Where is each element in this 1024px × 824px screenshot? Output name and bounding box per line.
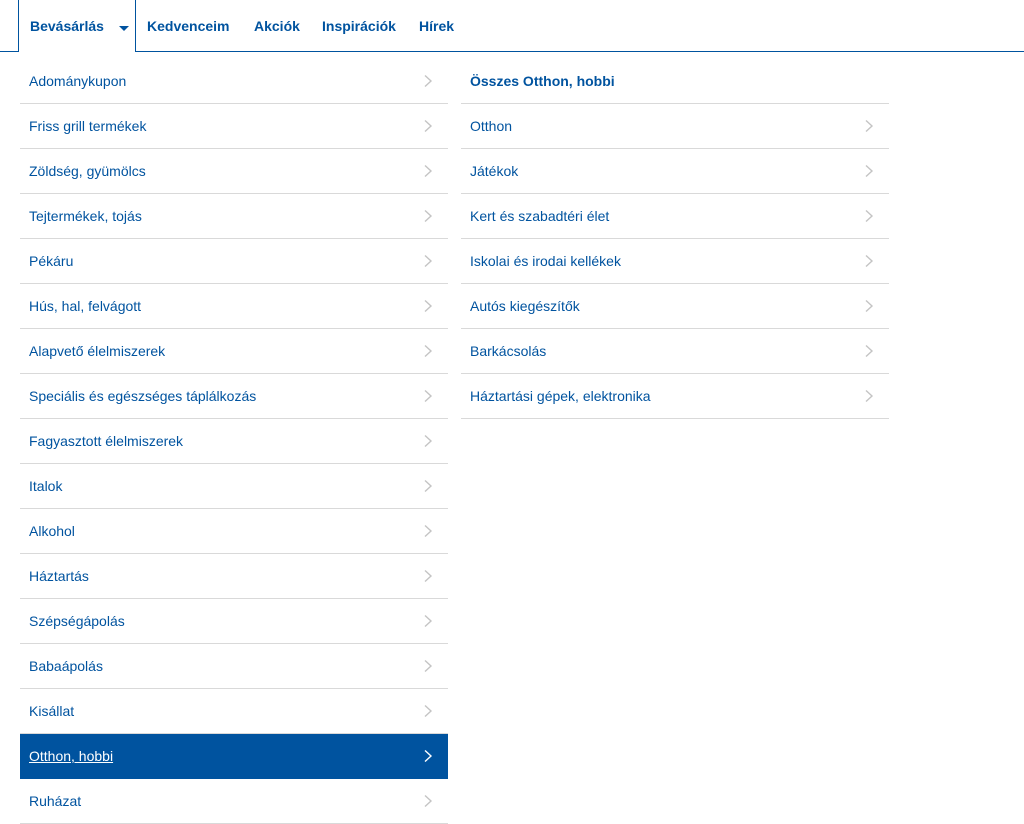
category-item-label: Alapvető élelmiszerek	[29, 343, 166, 359]
chevron-right-icon	[863, 255, 875, 267]
category-item-label: Speciális és egészséges táplálkozás	[29, 388, 257, 404]
chevron-right-icon	[863, 165, 875, 177]
category-item[interactable]: Pékáru	[20, 239, 448, 284]
category-item-label: Fagyasztott élelmiszerek	[29, 433, 184, 449]
subcategory-item-label: Otthon	[470, 118, 513, 134]
subcategory-item-label: Kert és szabadtéri élet	[470, 208, 610, 224]
chevron-right-icon	[422, 345, 434, 357]
category-item-label: Otthon, hobbi	[29, 748, 114, 764]
chevron-right-icon	[422, 300, 434, 312]
category-item[interactable]: Zöldség, gyümölcs	[20, 149, 448, 194]
category-item-label: Adománykupon	[29, 73, 127, 89]
category-item-label: Kisállat	[29, 703, 75, 719]
chevron-right-icon	[422, 120, 434, 132]
chevron-right-icon	[863, 390, 875, 402]
subcategory-all-link[interactable]: Összes Otthon, hobbi	[461, 59, 889, 104]
category-item[interactable]: Alapvető élelmiszerek	[20, 329, 448, 374]
chevron-right-icon	[422, 390, 434, 402]
category-item-label: Szépségápolás	[29, 613, 125, 629]
category-item[interactable]: Szépségápolás	[20, 599, 448, 644]
subcategory-item-label: Autós kiegészítők	[470, 298, 580, 314]
top-navigation: Bevásárlás Kedvenceim Akciók Inspirációk…	[0, 0, 1024, 52]
category-item[interactable]: Speciális és egészséges táplálkozás	[20, 374, 448, 419]
chevron-right-icon	[422, 435, 434, 447]
category-list: Adománykupon Friss grill termékek Zöldség,…	[20, 59, 448, 824]
category-item[interactable]: Háztartás	[20, 554, 448, 599]
subcategory-item-label: Barkácsolás	[470, 343, 547, 359]
caret-down-icon	[119, 26, 129, 31]
subcategory-list: Összes Otthon, hobbi Otthon Játékok Kert é…	[461, 59, 889, 419]
chevron-right-icon	[863, 120, 875, 132]
chevron-right-icon	[422, 210, 434, 222]
subcategory-item-label: Játékok	[470, 163, 519, 179]
chevron-right-icon	[863, 210, 875, 222]
chevron-right-icon	[422, 705, 434, 717]
chevron-right-icon	[422, 750, 434, 762]
category-item[interactable]: Hús, hal, felvágott	[20, 284, 448, 329]
category-item[interactable]: Italok	[20, 464, 448, 509]
chevron-right-icon	[422, 480, 434, 492]
subcategory-all-label: Összes Otthon, hobbi	[470, 73, 615, 89]
subcategory-item-label: Háztartási gépek, elektronika	[470, 388, 651, 404]
tab-shopping-label: Bevásárlás	[30, 18, 104, 34]
chevron-right-icon	[422, 165, 434, 177]
category-item-label: Hús, hal, felvágott	[29, 298, 142, 314]
subcategory-item[interactable]: Háztartási gépek, elektronika	[461, 374, 889, 419]
chevron-right-icon	[422, 795, 434, 807]
chevron-right-icon	[422, 660, 434, 672]
subcategory-item[interactable]: Játékok	[461, 149, 889, 194]
category-item-label: Italok	[29, 478, 63, 494]
nav-link-offers[interactable]: Akciók	[254, 18, 300, 34]
category-item[interactable]: Alkohol	[20, 509, 448, 554]
subcategory-item[interactable]: Otthon	[461, 104, 889, 149]
category-item-label: Alkohol	[29, 523, 75, 539]
subcategory-item[interactable]: Kert és szabadtéri élet	[461, 194, 889, 239]
subcategory-item[interactable]: Autós kiegészítők	[461, 284, 889, 329]
category-item-label: Zöldség, gyümölcs	[29, 163, 146, 179]
chevron-right-icon	[422, 570, 434, 582]
chevron-right-icon	[422, 255, 434, 267]
nav-link-news[interactable]: Hírek	[419, 18, 454, 34]
category-item[interactable]: Otthon, hobbi	[20, 734, 448, 779]
category-item-label: Pékáru	[29, 253, 74, 269]
category-item[interactable]: Tejtermékek, tojás	[20, 194, 448, 239]
chevron-right-icon	[863, 345, 875, 357]
subcategory-item[interactable]: Barkácsolás	[461, 329, 889, 374]
category-item[interactable]: Friss grill termékek	[20, 104, 448, 149]
chevron-right-icon	[422, 525, 434, 537]
category-item[interactable]: Adománykupon	[20, 59, 448, 104]
chevron-right-icon	[863, 300, 875, 312]
subcategory-item-label: Iskolai és irodai kellékek	[470, 253, 621, 269]
nav-underline	[0, 51, 1024, 52]
chevron-right-icon	[422, 75, 434, 87]
nav-link-favorites[interactable]: Kedvenceim	[147, 18, 229, 34]
nav-link-inspirations[interactable]: Inspirációk	[322, 18, 396, 34]
category-item[interactable]: Fagyasztott élelmiszerek	[20, 419, 448, 464]
chevron-right-icon	[422, 615, 434, 627]
subcategory-item[interactable]: Iskolai és irodai kellékek	[461, 239, 889, 284]
category-item-label: Friss grill termékek	[29, 118, 147, 134]
tab-shopping[interactable]: Bevásárlás	[18, 0, 136, 52]
category-item-label: Babaápolás	[29, 658, 103, 674]
category-item-label: Ruházat	[29, 793, 82, 809]
category-item[interactable]: Ruházat	[20, 779, 448, 824]
category-item[interactable]: Kisállat	[20, 689, 448, 734]
category-item-label: Háztartás	[29, 568, 89, 584]
category-item-label: Tejtermékek, tojás	[29, 208, 142, 224]
category-item[interactable]: Babaápolás	[20, 644, 448, 689]
